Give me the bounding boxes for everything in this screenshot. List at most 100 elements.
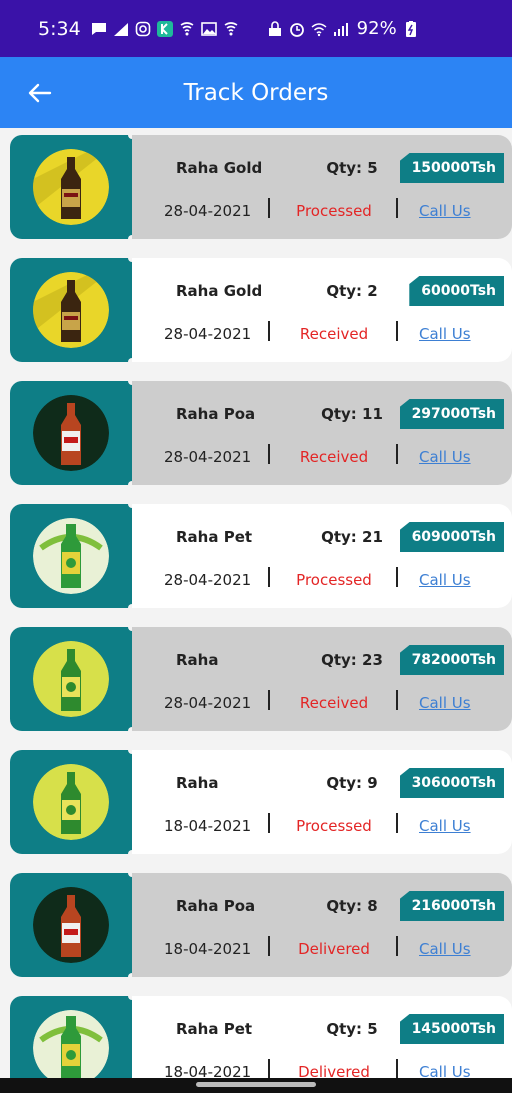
order-quantity: Qty: 5 bbox=[326, 159, 378, 177]
product-name: Raha Gold bbox=[176, 159, 263, 177]
order-card[interactable]: Raha Gold Qty: 5 28-04-2021 Processed Ca… bbox=[10, 131, 512, 243]
alarm-icon bbox=[289, 21, 305, 37]
divider bbox=[268, 321, 270, 341]
order-status: Received bbox=[299, 325, 369, 343]
product-name: Raha Gold bbox=[176, 282, 263, 300]
order-status: Processed bbox=[296, 571, 372, 589]
product-thumbnail bbox=[10, 992, 136, 1078]
status-time: 5:34 bbox=[38, 17, 81, 40]
lock-icon bbox=[267, 20, 283, 37]
system-icons: 92% bbox=[267, 18, 419, 39]
raha-poa-bottle-image bbox=[33, 395, 109, 471]
battery-icon bbox=[403, 20, 419, 37]
divider bbox=[268, 690, 270, 710]
product-name: Raha bbox=[176, 774, 219, 792]
vpn-shield-icon bbox=[179, 21, 195, 37]
divider bbox=[396, 936, 398, 956]
price-tag: 782000Tsh bbox=[399, 645, 510, 679]
raha-bottle-image bbox=[33, 764, 109, 840]
back-arrow-icon[interactable] bbox=[26, 79, 54, 107]
order-quantity: Qty: 23 bbox=[321, 651, 383, 669]
price-tag: 145000Tsh bbox=[399, 1014, 510, 1048]
product-thumbnail bbox=[10, 746, 136, 858]
order-card[interactable]: Raha Poa Qty: 11 28-04-2021 Received Cal… bbox=[10, 377, 512, 489]
order-date: 18-04-2021 bbox=[164, 940, 252, 958]
order-status: Delivered bbox=[298, 1063, 370, 1078]
call-us-link[interactable]: Call Us bbox=[419, 1063, 471, 1078]
home-gesture-handle[interactable] bbox=[196, 1082, 316, 1087]
order-date: 28-04-2021 bbox=[164, 571, 252, 589]
product-thumbnail bbox=[10, 623, 136, 735]
divider bbox=[268, 813, 270, 833]
order-date: 18-04-2021 bbox=[164, 817, 252, 835]
order-card[interactable]: Raha Pet Qty: 21 28-04-2021 Processed Ca… bbox=[10, 500, 512, 612]
price-tag: 609000Tsh bbox=[399, 522, 510, 556]
orders-list[interactable]: Raha Gold Qty: 5 28-04-2021 Processed Ca… bbox=[0, 128, 512, 1078]
battery-percent: 92% bbox=[356, 18, 397, 39]
raha-pet-bottle-image bbox=[33, 518, 109, 594]
order-info: Raha Pet Qty: 21 28-04-2021 Processed Ca… bbox=[132, 504, 512, 608]
instagram-icon bbox=[135, 21, 151, 37]
order-status: Processed bbox=[296, 202, 372, 220]
raha-pet-bottle-image bbox=[33, 1010, 109, 1078]
divider bbox=[396, 198, 398, 218]
product-thumbnail bbox=[10, 500, 136, 612]
order-price: 150000Tsh bbox=[399, 153, 504, 183]
call-us-link[interactable]: Call Us bbox=[419, 202, 471, 220]
vpn-shield-icon bbox=[223, 21, 239, 37]
order-info: Raha Poa Qty: 8 18-04-2021 Delivered Cal… bbox=[132, 873, 512, 977]
order-price: 145000Tsh bbox=[399, 1014, 504, 1044]
order-price: 306000Tsh bbox=[399, 768, 504, 798]
divider bbox=[268, 198, 270, 218]
price-tag: 297000Tsh bbox=[399, 399, 510, 433]
product-name: Raha Poa bbox=[176, 405, 256, 423]
order-quantity: Qty: 5 bbox=[326, 1020, 378, 1038]
call-us-link[interactable]: Call Us bbox=[419, 325, 471, 343]
gallery-icon bbox=[200, 21, 217, 37]
call-us-link[interactable]: Call Us bbox=[419, 571, 471, 589]
signal-triangle-icon bbox=[113, 21, 129, 37]
call-us-link[interactable]: Call Us bbox=[419, 694, 471, 712]
order-date: 18-04-2021 bbox=[164, 1063, 252, 1078]
k-app-icon bbox=[156, 20, 173, 37]
raha-gold-bottle-image bbox=[33, 272, 109, 348]
status-bar: 5:34 92% bbox=[0, 0, 512, 57]
order-price: 609000Tsh bbox=[399, 522, 504, 552]
order-info: Raha Poa Qty: 11 28-04-2021 Received Cal… bbox=[132, 381, 512, 485]
order-quantity: Qty: 21 bbox=[321, 528, 383, 546]
call-us-link[interactable]: Call Us bbox=[419, 940, 471, 958]
order-date: 28-04-2021 bbox=[164, 202, 252, 220]
divider bbox=[268, 567, 270, 587]
product-name: Raha Pet bbox=[176, 1020, 253, 1038]
order-price: 216000Tsh bbox=[399, 891, 504, 921]
order-card[interactable]: Raha Poa Qty: 8 18-04-2021 Delivered Cal… bbox=[10, 869, 512, 981]
divider bbox=[396, 321, 398, 341]
call-us-link[interactable]: Call Us bbox=[419, 448, 471, 466]
order-card[interactable]: Raha Gold Qty: 2 28-04-2021 Received Cal… bbox=[10, 254, 512, 366]
product-thumbnail bbox=[10, 254, 136, 366]
divider bbox=[396, 690, 398, 710]
order-date: 28-04-2021 bbox=[164, 325, 252, 343]
price-tag: 216000Tsh bbox=[399, 891, 510, 925]
divider bbox=[268, 444, 270, 464]
call-us-link[interactable]: Call Us bbox=[419, 817, 471, 835]
order-info: Raha Gold Qty: 2 28-04-2021 Received Cal… bbox=[132, 258, 512, 362]
divider bbox=[396, 567, 398, 587]
order-info: Raha Gold Qty: 5 28-04-2021 Processed Ca… bbox=[132, 135, 512, 239]
divider bbox=[268, 1059, 270, 1078]
order-card[interactable]: Raha Qty: 23 28-04-2021 Received Call Us… bbox=[10, 623, 512, 735]
order-price: 782000Tsh bbox=[399, 645, 504, 675]
raha-poa-bottle-image bbox=[33, 887, 109, 963]
product-thumbnail bbox=[10, 869, 136, 981]
order-quantity: Qty: 11 bbox=[321, 405, 383, 423]
order-price: 297000Tsh bbox=[399, 399, 504, 429]
order-info: Raha Qty: 23 28-04-2021 Received Call Us… bbox=[132, 627, 512, 731]
cell-signal-icon bbox=[333, 21, 349, 37]
product-name: Raha Poa bbox=[176, 897, 256, 915]
price-tag: 60000Tsh bbox=[409, 276, 510, 310]
order-card[interactable]: Raha Pet Qty: 5 18-04-2021 Delivered Cal… bbox=[10, 992, 512, 1078]
order-card[interactable]: Raha Qty: 9 18-04-2021 Processed Call Us… bbox=[10, 746, 512, 858]
raha-bottle-image bbox=[33, 641, 109, 717]
order-status: Received bbox=[299, 448, 369, 466]
order-info: Raha Pet Qty: 5 18-04-2021 Delivered Cal… bbox=[132, 996, 512, 1078]
